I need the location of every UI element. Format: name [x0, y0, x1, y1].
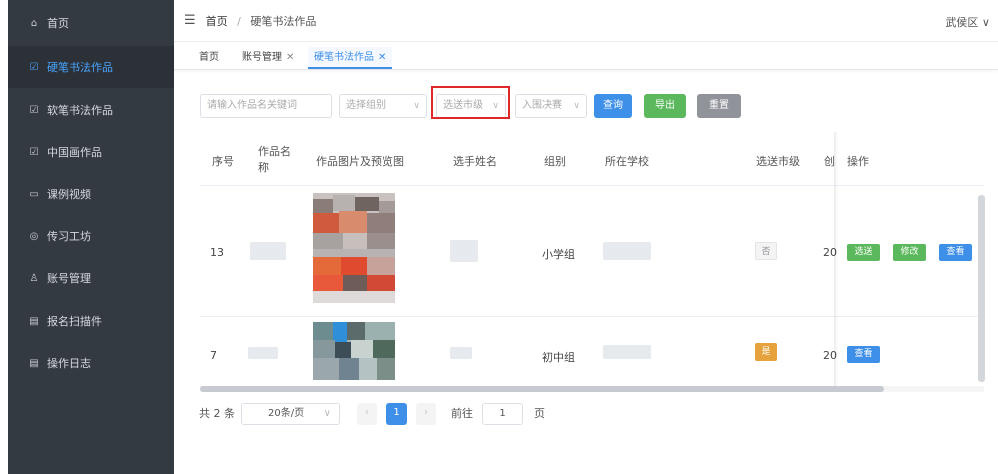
redacted-school — [603, 242, 651, 260]
sidebar-item-label: 课例视频 — [47, 188, 91, 201]
sidebar: ⌂ 首页 ☑ 硬笔书法作品 ☑ 软笔书法作品 ☑ 中国画作品 ▭ 课例视频 ◎ … — [8, 0, 174, 474]
submit-button[interactable]: 选送 — [847, 244, 880, 261]
goto-label: 前往 — [451, 407, 473, 420]
keyword-placeholder: 请输入作品名关键词 — [207, 100, 297, 111]
group-placeholder: 选择组别 — [346, 100, 386, 111]
export-button[interactable]: 导出 — [644, 94, 686, 118]
row-divider — [200, 316, 984, 317]
city-level-tag: 是 — [755, 343, 777, 361]
sidebar-item-hard-pen-calligraphy[interactable]: ☑ 硬笔书法作品 — [8, 46, 174, 88]
sidebar-item-label: 报名扫描件 — [47, 315, 102, 328]
sidebar-item-label: 传习工坊 — [47, 230, 91, 243]
sidebar-item-registration-scans[interactable]: ▤ 报名扫描件 — [8, 300, 174, 342]
reset-button[interactable]: 重置 — [697, 94, 741, 118]
redacted-work-name — [250, 242, 286, 260]
goto-page-input[interactable]: 1 — [482, 403, 523, 425]
search-button[interactable]: 查询 — [594, 94, 632, 118]
sidebar-item-label: 硬笔书法作品 — [47, 61, 113, 74]
tab-label: 硬笔书法作品 — [314, 52, 374, 63]
hamburger-icon[interactable]: ☰ — [184, 13, 196, 28]
column-header-city-level: 选送市级 — [756, 155, 800, 168]
group-select[interactable]: 选择组别 ∨ — [339, 94, 427, 118]
page-suffix: 页 — [534, 407, 545, 420]
tab-label: 首页 — [199, 52, 219, 63]
tab-bar: 首页 账号管理 ✕ 硬笔书法作品 ✕ — [174, 43, 998, 70]
column-header-contestant: 选手姓名 — [453, 155, 497, 168]
column-header-work-name-line1: 作品名 — [258, 145, 291, 158]
sidebar-item-chinese-painting[interactable]: ☑ 中国画作品 — [8, 131, 174, 173]
view-button[interactable]: 查看 — [847, 346, 880, 363]
sidebar-item-soft-pen-calligraphy[interactable]: ☑ 软笔书法作品 — [8, 89, 174, 131]
column-header-group: 组别 — [544, 155, 566, 168]
row-index: 7 — [210, 349, 217, 362]
horizontal-scrollbar[interactable] — [200, 386, 884, 392]
artwork-thumbnail[interactable] — [313, 322, 395, 380]
fixed-column-shadow — [834, 132, 838, 390]
sidebar-item-label: 账号管理 — [47, 272, 91, 285]
column-header-work-name: 作品名 称 — [258, 144, 298, 176]
column-header-images: 作品图片及预览图 — [316, 155, 404, 168]
edit-button[interactable]: 修改 — [893, 244, 926, 261]
column-header-school: 所在学校 — [605, 155, 649, 168]
breadcrumb-separator: / — [237, 14, 241, 28]
next-page-button[interactable]: › — [416, 403, 436, 425]
tab-hard-pen-calligraphy[interactable]: 硬笔书法作品 ✕ — [308, 47, 393, 69]
top-bar: ☰ 首页 / 硬笔书法作品 武侯区 ∨ — [174, 0, 998, 42]
tab-home[interactable]: 首页 — [199, 47, 219, 69]
redacted-work-name — [248, 347, 278, 359]
checkbox-icon: ☑ — [29, 61, 39, 73]
row-index: 13 — [210, 246, 224, 259]
chevron-down-icon: ∨ — [413, 101, 420, 111]
location-icon: ◎ — [29, 230, 39, 242]
checkbox-icon: ☑ — [29, 146, 39, 158]
redacted-school — [603, 345, 651, 359]
view-button[interactable]: 查看 — [939, 244, 972, 261]
sidebar-item-home[interactable]: ⌂ 首页 — [8, 2, 174, 44]
final-round-select[interactable]: 入围决赛 ∨ — [515, 94, 587, 118]
sidebar-item-workshop[interactable]: ◎ 传习工坊 — [8, 215, 174, 257]
column-header-work-name-line2: 称 — [258, 161, 269, 174]
highlight-box — [431, 86, 510, 119]
row-group: 小学组 — [542, 248, 575, 261]
user-icon: ♙ — [29, 272, 39, 284]
city-level-tag: 否 — [755, 242, 777, 260]
chevron-down-icon: ∨ — [573, 101, 580, 111]
column-header-actions: 操作 — [847, 155, 869, 168]
close-icon[interactable]: ✕ — [378, 52, 386, 63]
breadcrumb-home[interactable]: 首页 — [206, 15, 228, 28]
prev-page-button[interactable]: ‹ — [357, 403, 377, 425]
redacted-contestant-name — [450, 347, 472, 359]
sidebar-item-label: 操作日志 — [47, 357, 91, 370]
document-icon: ▤ — [29, 315, 39, 327]
user-district-dropdown[interactable]: 武侯区 ∨ — [945, 14, 990, 30]
row-divider — [200, 185, 984, 186]
keyword-search-input[interactable]: 请输入作品名关键词 — [200, 94, 332, 118]
chevron-down-icon: ∨ — [323, 408, 331, 419]
document-icon: ▤ — [29, 357, 39, 369]
page-size-select[interactable]: 20条/页 ∨ — [241, 403, 340, 425]
final-round-placeholder: 入围决赛 — [522, 100, 562, 111]
column-header-index: 序号 — [212, 155, 234, 168]
page-number-current[interactable]: 1 — [386, 403, 407, 425]
sidebar-item-lesson-videos[interactable]: ▭ 课例视频 — [8, 173, 174, 215]
sidebar-item-label: 软笔书法作品 — [47, 104, 113, 117]
pagination-total: 共 2 条 — [199, 407, 235, 420]
sidebar-item-operation-log[interactable]: ▤ 操作日志 — [8, 342, 174, 384]
breadcrumb: 首页 / 硬笔书法作品 — [206, 13, 317, 29]
vertical-scrollbar[interactable] — [978, 195, 985, 382]
sidebar-item-label: 中国画作品 — [47, 146, 102, 159]
tab-label: 账号管理 — [242, 52, 282, 63]
tab-account-management[interactable]: 账号管理 ✕ — [242, 47, 294, 69]
close-icon[interactable]: ✕ — [286, 52, 294, 63]
sidebar-item-account-management[interactable]: ♙ 账号管理 — [8, 257, 174, 299]
video-icon: ▭ — [29, 188, 39, 200]
redacted-contestant-name — [450, 240, 478, 262]
page-size-value: 20条/页 — [268, 408, 305, 419]
home-icon: ⌂ — [30, 17, 38, 29]
sidebar-item-label: 首页 — [47, 17, 69, 30]
breadcrumb-current: 硬笔书法作品 — [250, 14, 317, 28]
checkbox-icon: ☑ — [29, 104, 39, 116]
artwork-thumbnail[interactable] — [313, 193, 395, 303]
row-group: 初中组 — [542, 351, 575, 364]
